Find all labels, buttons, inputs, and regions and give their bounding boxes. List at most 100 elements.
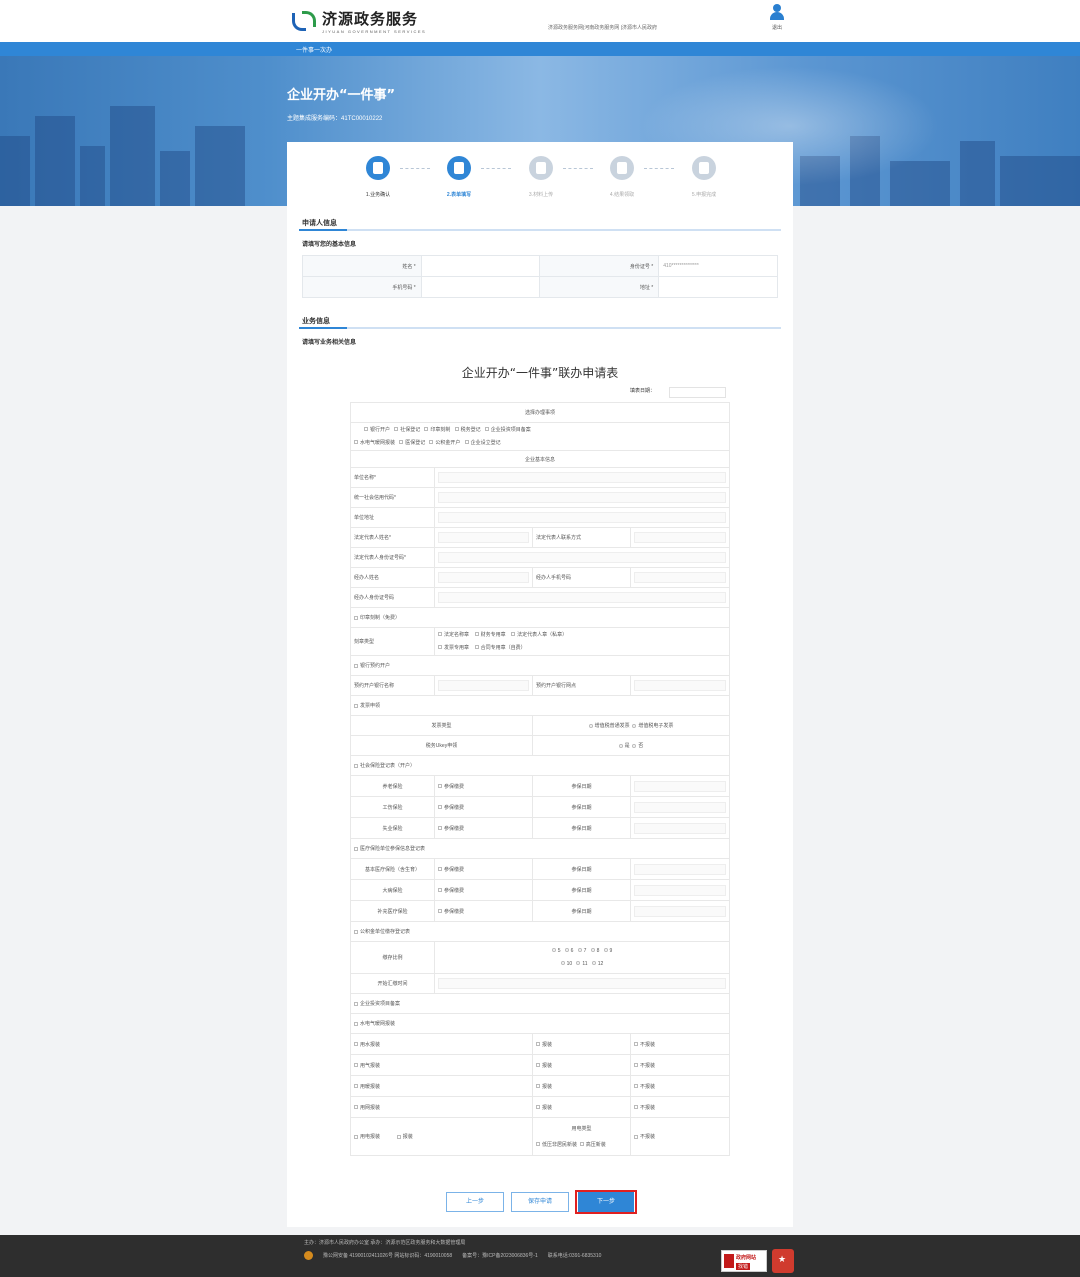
utility-section[interactable]: 水电气暖网报装 <box>350 1013 730 1034</box>
step-5: 5.申报完成 <box>674 156 734 198</box>
pension-date-input[interactable] <box>634 780 726 792</box>
applicant-hint: 请填写您的基本信息 <box>302 242 357 248</box>
invoice-section[interactable]: 发票申领 <box>350 695 730 716</box>
application-table: 选择办理事项 银行开户 社保登记 印章刻制 税务登记 企业投资项目备案 水电气暖… <box>350 402 730 1156</box>
supplementary-checkbox[interactable]: 参保缴费 <box>434 900 533 922</box>
unit-name-input[interactable] <box>438 472 726 483</box>
project-section[interactable]: 企业投资项目备案 <box>350 993 730 1014</box>
seal-options[interactable]: 法定名称章 财务专用章 法定代表人章（私章） 发票专用章 合同专用章（自费） <box>434 627 730 656</box>
bank-name-input[interactable] <box>438 680 529 691</box>
footer-info: 豫公网安备 41900102411026号 网站标识码：4190010058 备… <box>304 1251 601 1260</box>
step-1-icon <box>366 156 390 180</box>
start-month-input[interactable] <box>438 978 726 989</box>
item-checkbox[interactable]: 税务登记 <box>454 427 481 433</box>
logo-subtitle: JIYUAN GOVERNMENT SERVICES <box>322 29 427 34</box>
progress-steps: 1.业务确认 2.表单填写 3.材料上传 4.结果领取 5.申报完成 <box>287 156 793 201</box>
water-checkbox[interactable]: 用水报装 <box>350 1033 533 1055</box>
pension-checkbox[interactable]: 参保缴费 <box>434 775 533 797</box>
date-input[interactable] <box>669 387 726 398</box>
footer-beian[interactable]: 豫公网安备 41900102411026号 网站标识码：4190010058 <box>323 1252 452 1259</box>
unemployment-date-input[interactable] <box>634 822 726 834</box>
footer-icp[interactable]: 备案号：豫ICP备2023006836号-1 <box>462 1252 538 1259</box>
site-logo[interactable]: 济源政务服务 JIYUAN GOVERNMENT SERVICES <box>290 8 426 34</box>
phone-field[interactable] <box>420 276 541 298</box>
step-5-icon <box>692 156 716 180</box>
action-buttons: 上一步 保存申请 下一步 <box>287 1190 793 1214</box>
item-checkbox[interactable]: 公积金开户 <box>429 440 460 446</box>
ukey-options[interactable]: 是 否 <box>532 735 730 756</box>
step-2-icon <box>447 156 471 180</box>
agent-id-input[interactable] <box>438 592 726 603</box>
prev-button[interactable]: 上一步 <box>446 1192 504 1212</box>
legal-name-input[interactable] <box>438 532 529 543</box>
bank-branch-input[interactable] <box>634 680 726 691</box>
item-checkbox[interactable]: 社保登记 <box>394 427 420 433</box>
logout-link[interactable]: 退出 <box>762 24 792 31</box>
step-2: 2.表单填写 <box>429 156 489 198</box>
step-1: 1.业务确认 <box>348 156 408 198</box>
item-checkbox[interactable]: 印章刻制 <box>424 427 450 433</box>
gas-checkbox[interactable]: 用气报装 <box>350 1054 533 1076</box>
applicant-section-title: 申请人信息 <box>302 220 337 227</box>
credit-code-input[interactable] <box>438 492 726 503</box>
form-title: 企业开办“一件事”联办申请表 <box>461 366 619 380</box>
nav-item-one-thing[interactable]: 一件事一次办 <box>296 45 332 54</box>
form-card: 1.业务确认 2.表单填写 3.材料上传 4.结果领取 5.申报完成 申请人信息… <box>287 142 793 1227</box>
legal-contact-input[interactable] <box>634 532 726 543</box>
bank-section[interactable]: 银行预约开户 <box>350 655 730 676</box>
item-checkbox[interactable]: 银行开户 <box>364 427 390 433</box>
heating-checkbox[interactable]: 用暖报装 <box>350 1075 533 1097</box>
serious-illness-date-input[interactable] <box>634 884 726 896</box>
footer-phone: 联系电话:0391-6835310 <box>547 1253 602 1259</box>
injury-checkbox[interactable]: 参保缴费 <box>434 796 533 818</box>
item-checkbox[interactable]: 医保登记 <box>399 440 425 446</box>
basic-info-header: 企业基本信息 <box>350 450 730 468</box>
invoice-type-options[interactable]: 增值税普通发票 增值税电子发票 <box>532 715 730 736</box>
agent-name-input[interactable] <box>438 572 529 583</box>
applicant-table: 姓名 * 身份证号 * 410************** 手机号码 * 地址 … <box>302 255 778 298</box>
user-icon[interactable] <box>769 4 785 20</box>
legal-id-input[interactable] <box>438 552 726 563</box>
ratio-options[interactable]: 5 6 7 8 9 10 11 12 <box>434 941 730 974</box>
name-field[interactable] <box>420 255 541 277</box>
page-title: 企业开办“一件事” <box>287 88 396 103</box>
nav-bar: 一件事一次办 <box>0 42 1080 56</box>
unemployment-checkbox[interactable]: 参保缴费 <box>434 817 533 839</box>
logo-title: 济源政务服务 <box>322 10 419 28</box>
party-gov-icon[interactable]: ★ <box>772 1249 794 1273</box>
social-section[interactable]: 社会保险登记表（开户） <box>350 755 730 776</box>
step-4: 4.结果领取 <box>592 156 652 198</box>
serious-illness-checkbox[interactable]: 参保缴费 <box>434 879 533 901</box>
item-checkbox[interactable]: 水电气暖网报装 <box>354 440 395 446</box>
address-field[interactable] <box>658 276 778 298</box>
step-3: 3.材料上传 <box>511 156 571 198</box>
item-checkbox[interactable]: 企业设立登记 <box>464 440 501 446</box>
business-section-title: 业务信息 <box>302 318 330 325</box>
supplementary-date-input[interactable] <box>634 905 726 917</box>
agent-phone-input[interactable] <box>634 572 726 583</box>
injury-date-input[interactable] <box>634 801 726 813</box>
power-type-options[interactable]: 用电类型 低压非居民新装 高压新装 <box>532 1117 631 1156</box>
save-button[interactable]: 保存申请 <box>511 1192 569 1212</box>
id-label: 身份证号 * <box>539 255 660 277</box>
id-field[interactable]: 410************** <box>658 255 778 277</box>
user-menu[interactable]: 退出 <box>762 4 792 31</box>
police-badge-icon <box>304 1251 313 1260</box>
top-links[interactable]: 济源政务服务网|河南政务服务网 |济源市人民政府 <box>548 24 657 31</box>
fund-section[interactable]: 公积金单位缴存登记表 <box>350 921 730 942</box>
gov-site-error-badge[interactable]: 政府网站 找错 <box>721 1250 767 1272</box>
medical-section[interactable]: 医疗保险单位参保信息登记表 <box>350 838 730 859</box>
item-checkbox[interactable]: 企业投资项目备案 <box>484 427 531 433</box>
network-checkbox[interactable]: 用网报装 <box>350 1096 533 1118</box>
next-button-highlight <box>575 1190 637 1214</box>
top-header: 济源政务服务 JIYUAN GOVERNMENT SERVICES 济源政务服务… <box>0 0 1080 42</box>
basic-medical-checkbox[interactable]: 参保缴费 <box>434 858 533 880</box>
items-checklist: 银行开户 社保登记 印章刻制 税务登记 企业投资项目备案 水电气暖网报装 医保登… <box>350 422 730 451</box>
seal-section[interactable]: 印章刻制（免费） <box>350 607 730 628</box>
basic-medical-date-input[interactable] <box>634 863 726 875</box>
step-3-icon <box>529 156 553 180</box>
unit-address-input[interactable] <box>438 512 726 523</box>
power-checkbox[interactable]: 用电报装 报装 <box>350 1117 533 1156</box>
footer-host: 主办：济源市人民政府办公室 承办：济源示范区政务服务和大数据管理局 <box>304 1240 466 1246</box>
service-code: 主题集成服务编码：41TC00010222 <box>287 116 383 122</box>
